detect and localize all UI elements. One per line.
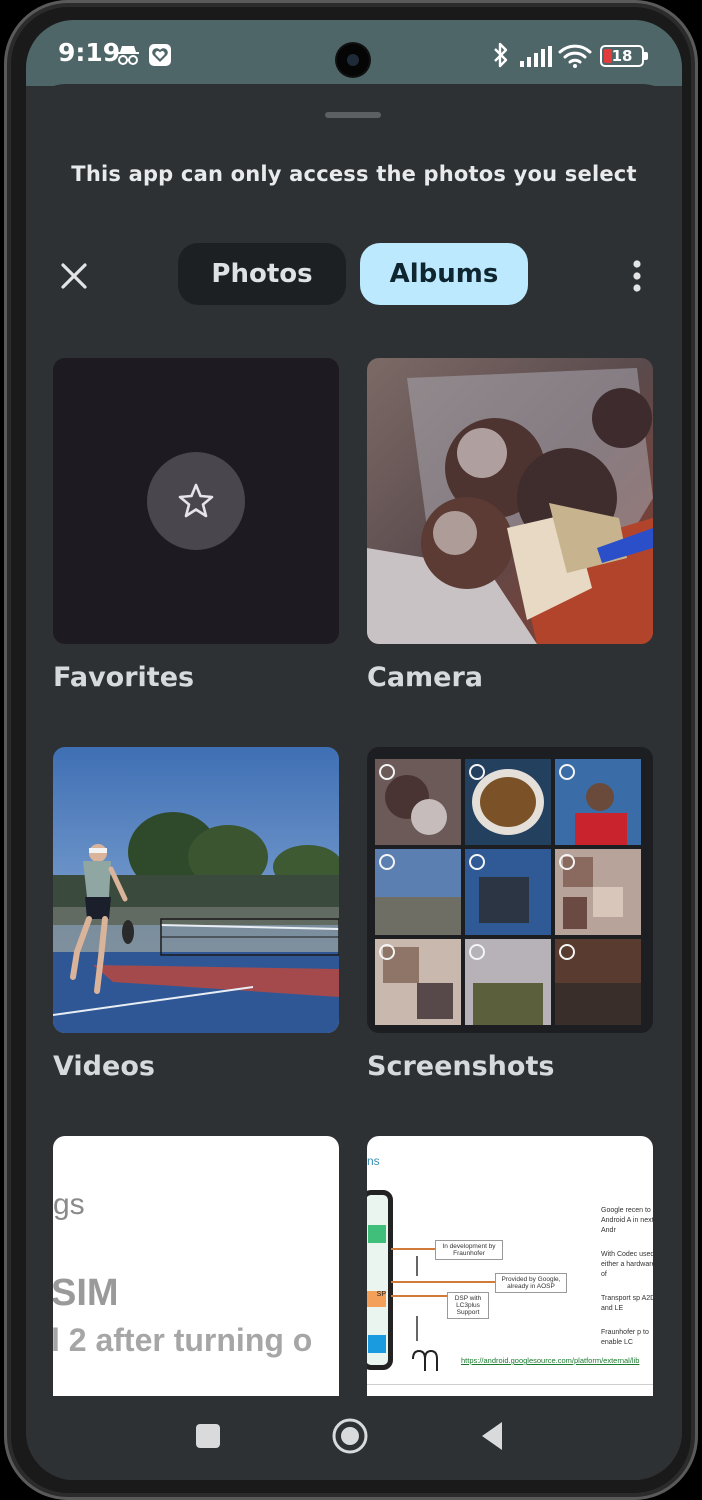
favorites-placeholder: [147, 452, 245, 550]
slide-link: https://android.googlesource.com/platfor…: [461, 1356, 640, 1365]
status-time: 9:19: [58, 38, 121, 67]
album-thumbnail: [53, 358, 339, 644]
slide-divider: [367, 1384, 653, 1385]
health-heart-icon: [149, 44, 171, 66]
album-camera[interactable]: Camera: [367, 358, 653, 693]
home-icon[interactable]: [331, 1417, 369, 1455]
star-icon: [178, 483, 214, 518]
navigation-bar: [26, 1396, 682, 1480]
bluetooth-icon: [494, 42, 508, 68]
screenshots-thumbnail-image: [375, 759, 641, 1025]
bullet: With Codec used either a hardware-of: [601, 1251, 653, 1278]
album-thumbnail: gs SIM l 2 after turning o: [53, 1136, 339, 1396]
album-thumbnail: [53, 747, 339, 1033]
tab-albums[interactable]: Albums: [360, 243, 528, 305]
album-thumbnail: [367, 747, 653, 1033]
recents-icon[interactable]: [194, 1422, 222, 1450]
album-screenshots[interactable]: Screenshots: [367, 747, 653, 1082]
album-thumbnail: [367, 358, 653, 644]
videos-thumbnail-image: [53, 747, 339, 1033]
slide-text: SIM: [53, 1272, 119, 1314]
incognito-icon: [117, 46, 139, 65]
close-icon[interactable]: [54, 256, 94, 296]
album-thumbnail: ns SP In development by Fraunhofer Provi…: [367, 1136, 653, 1396]
bullet: Google recen to Android A in next Andr: [601, 1207, 653, 1234]
diagram-box: DSP with LC3plus Support: [447, 1292, 489, 1319]
wifi-icon: [558, 44, 592, 68]
album-favorites[interactable]: Favorites: [53, 358, 339, 693]
battery-indicator: 18: [600, 45, 648, 67]
slide-text: gs: [53, 1188, 85, 1221]
bullet: Transport sp A2DP and LE: [601, 1295, 653, 1312]
access-banner: This app can only access the photos you …: [71, 162, 637, 186]
tab-photos[interactable]: Photos: [178, 243, 346, 305]
phone-frame: 9:19 18 This app can only access the pho…: [4, 0, 698, 1500]
drag-handle[interactable]: [325, 112, 381, 118]
signal-icon: [520, 46, 552, 67]
front-camera: [337, 44, 369, 76]
album-videos[interactable]: Videos: [53, 747, 339, 1082]
back-icon[interactable]: [478, 1420, 506, 1452]
diagram-box: Provided by Google, already in AOSP: [495, 1273, 567, 1293]
album-label: Screenshots: [367, 1051, 555, 1082]
album-label: Camera: [367, 662, 484, 693]
status-bar: 9:19 18: [26, 20, 682, 86]
camera-thumbnail-image: [367, 358, 653, 644]
diagram-box: In development by Fraunhofer: [435, 1240, 503, 1260]
screen: 9:19 18 This app can only access the pho…: [26, 20, 682, 1480]
slide-bullets: Google recen to Android A in next Andr W…: [601, 1206, 653, 1352]
bullet: Fraunhofer p to enable LC: [601, 1329, 649, 1346]
album-6[interactable]: ns SP In development by Fraunhofer Provi…: [367, 1136, 653, 1396]
album-5[interactable]: gs SIM l 2 after turning o: [53, 1136, 339, 1396]
photo-picker-sheet: This app can only access the photos you …: [26, 84, 682, 1480]
album-label: Favorites: [53, 662, 195, 693]
album-label: Videos: [53, 1051, 155, 1082]
slide-text: l 2 after turning o: [53, 1322, 313, 1358]
more-options-icon[interactable]: [622, 256, 652, 296]
